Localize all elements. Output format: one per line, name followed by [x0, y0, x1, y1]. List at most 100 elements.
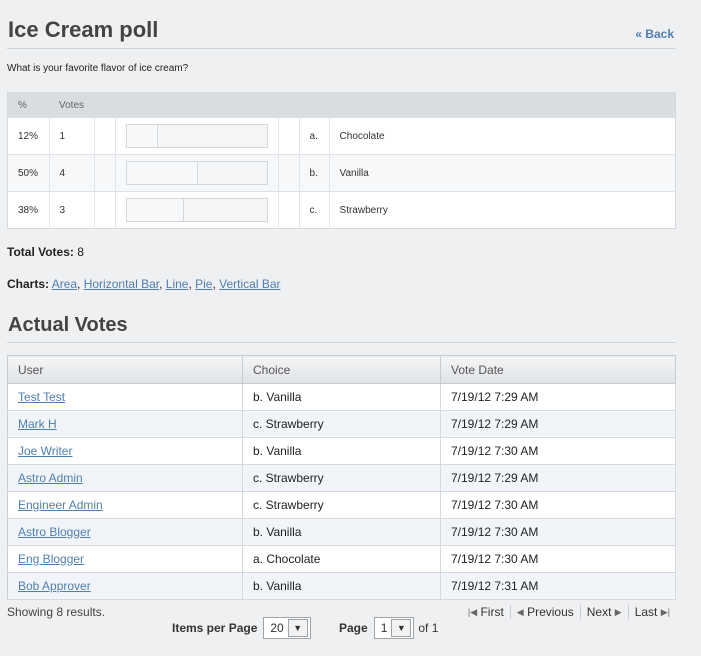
- poll-question: What is your favorite flavor of ice crea…: [7, 63, 189, 74]
- last-page-icon: ▶|: [660, 606, 670, 617]
- vote-date-cell: 7/19/12 7:31 AM: [440, 572, 676, 600]
- user-link[interactable]: Test Test: [18, 390, 65, 404]
- items-per-page-label: Items per Page: [172, 621, 258, 635]
- poll-choice-label: Vanilla: [328, 154, 676, 192]
- poll-votes: 4: [48, 154, 95, 192]
- title-row: Ice Cream poll « Back: [7, 0, 676, 49]
- poll-spacer: [277, 191, 300, 229]
- chart-link-line[interactable]: Line: [166, 277, 189, 291]
- votes-title-row: Actual Votes: [7, 310, 676, 343]
- poll-choice-letter: b.: [298, 154, 330, 192]
- items-per-page: Items per Page 20 ▼: [172, 617, 311, 639]
- back-link[interactable]: « Back: [635, 27, 674, 41]
- items-per-page-value: 20: [270, 621, 284, 635]
- column-header-vote-date[interactable]: Vote Date: [440, 355, 676, 384]
- table-row: Mark H c. Strawberry 7/19/12 7:29 AM: [7, 410, 676, 438]
- vote-date-cell: 7/19/12 7:30 AM: [440, 545, 676, 573]
- user-cell: Joe Writer: [7, 437, 243, 465]
- table-row: Engineer Admin c. Strawberry 7/19/12 7:30 …: [7, 491, 676, 519]
- chart-link-area[interactable]: Area: [52, 277, 77, 291]
- poll-bar-cell: [114, 117, 279, 155]
- chart-links: Charts: Area, Horizontal Bar, Line, Pie,…: [7, 277, 281, 291]
- next-page-label: Next: [586, 605, 612, 619]
- last-page-button[interactable]: Last ▶|: [627, 605, 676, 619]
- choice-cell: b. Vanilla: [242, 572, 441, 600]
- user-link[interactable]: Bob Approver: [18, 579, 91, 593]
- poll-bar: [125, 198, 268, 222]
- previous-page-label: Previous: [527, 605, 574, 619]
- user-link[interactable]: Eng Blogger: [18, 552, 84, 566]
- column-header-user[interactable]: User: [7, 355, 243, 384]
- user-link[interactable]: Astro Admin: [18, 471, 83, 485]
- page-label: Page: [339, 621, 368, 635]
- items-per-page-select[interactable]: 20 ▼: [263, 617, 311, 639]
- chevron-down-icon: ▼: [391, 619, 412, 637]
- spacer-header: [94, 92, 116, 118]
- choice-header: [329, 92, 676, 118]
- poll-bar-cell: [114, 154, 279, 192]
- choice-cell: c. Strawberry: [242, 464, 441, 492]
- poll-row: 50% 4 b. Vanilla: [7, 154, 676, 192]
- table-row: Astro Admin c. Strawberry 7/19/12 7:29 AM: [7, 464, 676, 492]
- vote-date-cell: 7/19/12 7:30 AM: [440, 437, 676, 465]
- total-votes-value: 8: [77, 245, 84, 259]
- table-row: Astro Blogger b. Vanilla 7/19/12 7:30 AM: [7, 518, 676, 546]
- poll-spacer: [93, 191, 116, 229]
- previous-page-button[interactable]: ◀ Previous: [509, 605, 580, 619]
- spacer-header-2: [278, 92, 300, 118]
- page-count: of 1: [418, 621, 439, 635]
- total-votes-label: Total Votes:: [7, 245, 74, 259]
- first-page-button[interactable]: |◀ First: [462, 605, 510, 619]
- chevron-down-icon: ▼: [287, 619, 308, 637]
- chart-link-vertical-bar[interactable]: Vertical Bar: [219, 277, 280, 291]
- user-cell: Test Test: [7, 383, 243, 411]
- poll-bar: [125, 161, 268, 185]
- table-row: Test Test b. Vanilla 7/19/12 7:29 AM: [7, 383, 676, 411]
- poll-percent: 38%: [7, 191, 49, 229]
- poll-bar-fill: [126, 125, 159, 147]
- user-link[interactable]: Mark H: [18, 417, 57, 431]
- table-row: Eng Blogger a. Chocolate 7/19/12 7:30 AM: [7, 545, 676, 573]
- poll-votes: 1: [48, 117, 95, 155]
- vote-date-cell: 7/19/12 7:30 AM: [440, 518, 676, 546]
- page-select[interactable]: 1 ▼: [373, 617, 415, 639]
- poll-spacer: [277, 154, 300, 192]
- page-value: 1: [380, 621, 388, 635]
- vote-date-cell: 7/19/12 7:29 AM: [440, 464, 676, 492]
- vote-date-cell: 7/19/12 7:29 AM: [440, 383, 676, 411]
- poll-bar: [125, 124, 268, 148]
- user-cell: Bob Approver: [7, 572, 243, 600]
- poll-bar-fill: [126, 199, 184, 221]
- previous-page-icon: ◀: [516, 606, 524, 617]
- poll-choice-label: Strawberry: [328, 191, 676, 229]
- charts-label: Charts:: [7, 277, 50, 291]
- first-page-icon: |◀: [467, 606, 478, 617]
- vote-date-cell: 7/19/12 7:30 AM: [440, 491, 676, 519]
- votes-header-row: User Choice Vote Date: [7, 355, 676, 384]
- user-cell: Eng Blogger: [7, 545, 243, 573]
- pagination: |◀ First ◀ Previous Next ▶ Last ▶|: [462, 605, 676, 619]
- user-link[interactable]: Engineer Admin: [18, 498, 103, 512]
- first-page-label: First: [480, 605, 504, 619]
- page-selector: Page 1 ▼ of 1: [339, 617, 438, 639]
- votes-header: Votes: [49, 92, 95, 118]
- vote-date-cell: 7/19/12 7:29 AM: [440, 410, 676, 438]
- poll-header-row: % Votes: [7, 92, 676, 118]
- user-link[interactable]: Joe Writer: [18, 444, 72, 458]
- poll-choice-letter: a.: [298, 117, 330, 155]
- user-cell: Mark H: [7, 410, 243, 438]
- letter-header: [299, 92, 330, 118]
- total-votes: Total Votes: 8: [7, 245, 84, 259]
- chart-link-horizontal-bar[interactable]: Horizontal Bar: [84, 277, 159, 291]
- user-link[interactable]: Astro Blogger: [18, 525, 91, 539]
- poll-spacer: [93, 154, 116, 192]
- column-header-choice[interactable]: Choice: [242, 355, 441, 384]
- next-page-button[interactable]: Next ▶: [579, 605, 628, 619]
- next-page-icon: ▶: [614, 606, 622, 617]
- results-count: Showing 8 results.: [7, 605, 106, 619]
- choice-cell: b. Vanilla: [242, 437, 441, 465]
- poll-percent: 12%: [7, 117, 49, 155]
- poll-bar-fill: [126, 162, 198, 184]
- percent-header: %: [7, 92, 49, 118]
- chart-link-pie[interactable]: Pie: [195, 277, 212, 291]
